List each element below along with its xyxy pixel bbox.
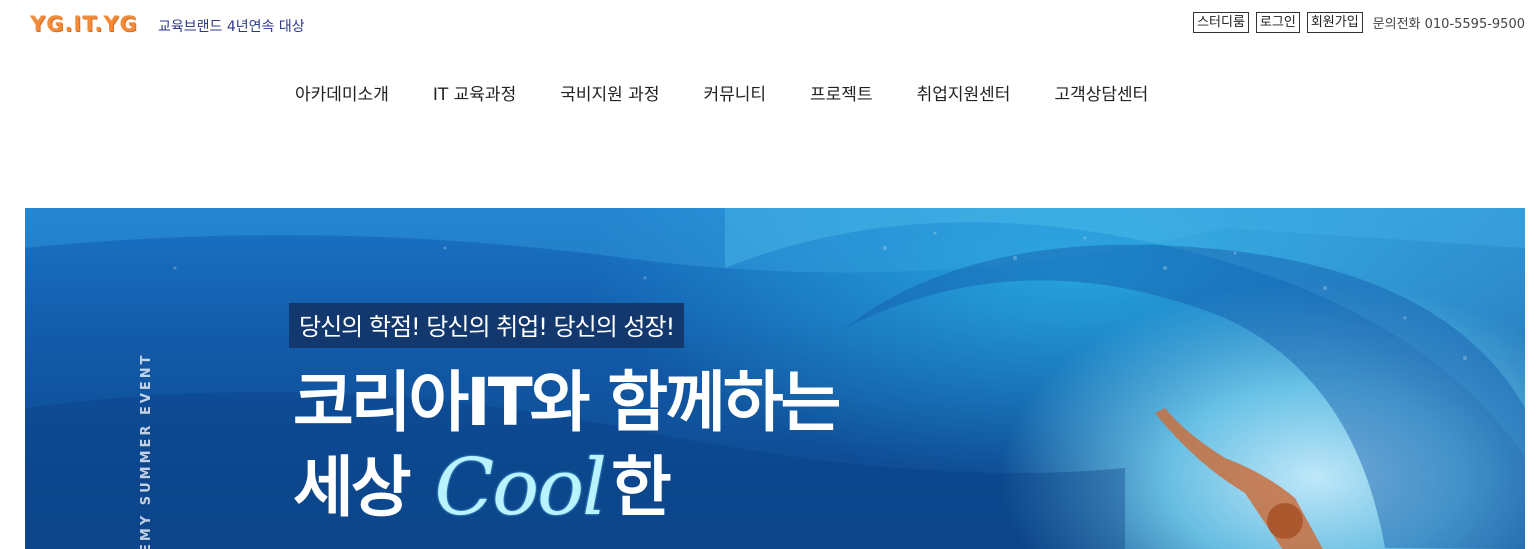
- headline-prefix: 세상: [293, 449, 411, 526]
- utility-links: 스터디룸 로그인 회원가입 문의전화 010-5595-9500: [1193, 12, 1525, 33]
- nav-item-academy-intro[interactable]: 아카데미소개: [295, 80, 389, 105]
- phone-number: 문의전화 010-5595-9500: [1372, 17, 1525, 32]
- nav-item-customer-center[interactable]: 고객상담센터: [1054, 80, 1148, 105]
- vertical-event-label: EMY SUMMER EVENT: [139, 352, 154, 549]
- brand-tagline: 교육브랜드 4년연속 대상: [158, 19, 305, 35]
- hero-headline-line1: 코리아IT와 함께하는: [293, 364, 841, 441]
- nav-item-projects[interactable]: 프로젝트: [810, 80, 873, 105]
- nav-item-gov-funded-courses[interactable]: 국비지원 과정: [560, 80, 659, 105]
- hero-headline-line2: 세상 Cool 한: [293, 443, 672, 533]
- study-room-button[interactable]: 스터디룸: [1193, 12, 1249, 33]
- surfer-illustration: [1155, 408, 1323, 549]
- nav-item-career-center[interactable]: 취업지원센터: [917, 80, 1011, 105]
- main-nav: 아카데미소개 IT 교육과정 국비지원 과정 커뮤니티 프로젝트 취업지원센터 …: [295, 80, 1148, 105]
- top-bar: YG.IT.YG 교육브랜드 4년연속 대상 스터디룸 로그인 회원가입 문의전…: [0, 0, 1540, 50]
- site-logo[interactable]: YG.IT.YG: [30, 12, 138, 36]
- headline-suffix: 한: [611, 449, 672, 526]
- login-button[interactable]: 로그인: [1255, 12, 1300, 33]
- hero-subhead: 당신의 학점! 당신의 취업! 당신의 성장!: [289, 303, 685, 348]
- nav-item-community[interactable]: 커뮤니티: [703, 80, 766, 105]
- nav-item-it-courses[interactable]: IT 교육과정: [433, 80, 516, 105]
- signup-button[interactable]: 회원가입: [1306, 12, 1363, 33]
- headline-script-word: Cool: [434, 443, 607, 533]
- hero-banner[interactable]: EMY SUMMER EVENT 당신의 학점! 당신의 취업! 당신의 성장!…: [25, 208, 1525, 549]
